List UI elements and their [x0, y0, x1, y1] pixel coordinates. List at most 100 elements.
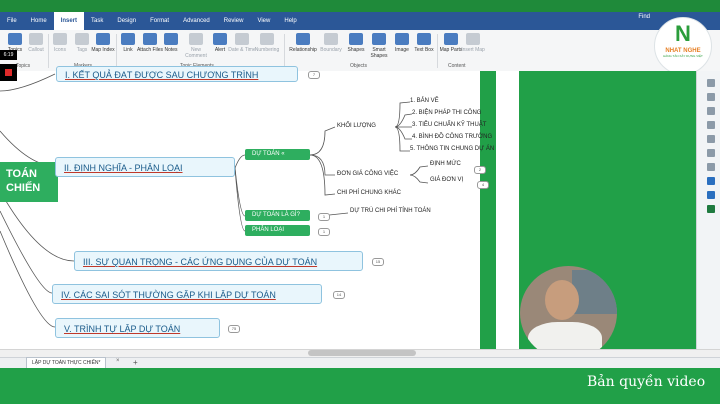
- record-stop-button[interactable]: [0, 64, 17, 81]
- brand-logo: N NHAT NGHE HÀNG TÂN XÂY DỰNG VIỆT: [654, 17, 712, 75]
- find-button[interactable]: Find: [638, 14, 650, 20]
- relationship-icon: [296, 33, 310, 45]
- notes-icon: [164, 33, 178, 45]
- tab-help[interactable]: Help: [277, 12, 303, 30]
- topic-icon: [8, 33, 22, 45]
- add-tab-icon[interactable]: +: [133, 357, 138, 368]
- group-label-content: Content: [448, 63, 466, 69]
- insert-map-button[interactable]: Insert Map: [459, 33, 487, 53]
- tab-file[interactable]: File: [0, 12, 24, 30]
- phan-loai-badge: 1: [318, 228, 330, 236]
- panel-icon[interactable]: [707, 163, 715, 171]
- panel-icon[interactable]: [707, 149, 715, 157]
- notes-button[interactable]: Notes: [157, 33, 185, 53]
- leaf-bien-phap[interactable]: 2. BIỆN PHÁP THI CÔNG: [412, 110, 481, 116]
- panel-icon[interactable]: [707, 79, 715, 87]
- gia-don-vi-badge: 4: [477, 181, 489, 189]
- alert-icon: [213, 33, 227, 45]
- boundary-icon: [324, 33, 338, 45]
- tags-label: Tags: [76, 47, 88, 53]
- subtopic-du-toan[interactable]: DỰ TOÁN «: [245, 149, 310, 160]
- outlook-icon[interactable]: [707, 191, 715, 199]
- topic-5[interactable]: V. TRÌNH TỰ LẬP DỰ TOÁN: [55, 318, 220, 338]
- tab-insert[interactable]: Insert: [53, 12, 85, 30]
- title-bar: [0, 0, 720, 12]
- topic-3[interactable]: III. SỰ QUAN TRỌNG - CÁC ỨNG DỤNG CỦA DỰ…: [74, 251, 363, 271]
- notes-label: Notes: [164, 47, 178, 53]
- separator: [284, 34, 285, 68]
- insert-map-icon: [466, 33, 480, 45]
- panel-icon[interactable]: [707, 121, 715, 129]
- image-icon: [395, 33, 409, 45]
- numbering-label: Numbering: [254, 47, 280, 53]
- insert-map-label: Insert Map: [461, 47, 485, 53]
- link-icon: [121, 33, 135, 45]
- leaf-don-gia[interactable]: ĐƠN GIÁ CÔNG VIỆC: [337, 171, 398, 177]
- smart-shapes-label: Smart Shapes: [370, 47, 388, 59]
- date-time-label: Date & Time: [228, 47, 256, 53]
- leaf-dinh-muc[interactable]: ĐỊNH MỨC: [430, 161, 461, 167]
- panel-icon[interactable]: [707, 93, 715, 101]
- tab-format[interactable]: Format: [143, 12, 176, 30]
- paperclip-icon: [143, 33, 157, 45]
- leaf-du-tru-chi-phi[interactable]: DỰ TRÙ CHI PHÍ TÍNH TOÁN: [350, 208, 431, 214]
- panel-icon[interactable]: [707, 135, 715, 143]
- don-gia-badge: 2: [474, 166, 486, 174]
- right-tool-panel: [696, 71, 720, 349]
- panel-icon[interactable]: [707, 107, 715, 115]
- tab-advanced[interactable]: Advanced: [176, 12, 217, 30]
- callout-icon: [29, 33, 43, 45]
- alert-label: Alert: [214, 47, 226, 53]
- scrollbar-thumb[interactable]: [308, 350, 416, 356]
- topic-5-badge: 75: [228, 325, 240, 333]
- tab-design[interactable]: Design: [110, 12, 143, 30]
- topic-2[interactable]: II. ĐỊNH NGHĨA - PHÂN LOẠI: [55, 157, 235, 177]
- excel-icon[interactable]: [707, 205, 715, 213]
- du-toan-la-gi-badge: 1: [318, 213, 330, 221]
- presenter-head: [545, 280, 579, 320]
- leaf-gia-don-vi[interactable]: GIÁ ĐƠN VỊ: [430, 177, 463, 183]
- subtopic-phan-loai[interactable]: PHÂN LOẠI: [245, 225, 310, 236]
- close-tab-icon[interactable]: ×: [116, 358, 120, 364]
- topic-4[interactable]: IV. CÁC SAI SÓT THƯỜNG GẶP KHI LẬP DỰ TO…: [52, 284, 322, 304]
- link-label: Link: [123, 47, 133, 53]
- tab-review[interactable]: Review: [217, 12, 251, 30]
- numbering-icon: [260, 33, 274, 45]
- shapes-icon: [349, 33, 363, 45]
- logo-mark: N: [675, 21, 691, 46]
- topic-4-badge: 14: [333, 291, 345, 299]
- leaf-ban-ve[interactable]: 1. BẢN VẼ: [410, 98, 439, 104]
- word-icon[interactable]: [707, 177, 715, 185]
- topic-1[interactable]: I. KẾT QUẢ ĐẠT ĐƯỢC SAU CHƯƠNG TRÌNH: [56, 66, 298, 82]
- text-box-label: Text Box: [414, 47, 434, 53]
- relationship-button[interactable]: Relationship: [287, 33, 319, 53]
- tab-view[interactable]: View: [250, 12, 277, 30]
- text-box-button[interactable]: Text Box: [410, 33, 438, 53]
- image-label: Image: [395, 47, 409, 53]
- central-topic[interactable]: TOÁN CHIẾN: [0, 162, 58, 202]
- leaf-thong-tin[interactable]: 5. THÔNG TIN CHUNG DỰ ÁN: [410, 146, 494, 152]
- ribbon-tab-bar: File Home Insert Task Design Format Adva…: [0, 12, 720, 30]
- text-box-icon: [417, 33, 431, 45]
- leaf-binh-do[interactable]: 4. BÌNH ĐỒ CÔNG TRƯỜNG: [412, 134, 492, 140]
- leaf-khoi-luong[interactable]: KHỐI LƯỢNG: [337, 123, 376, 129]
- callout-label: Callout: [28, 47, 44, 53]
- icons-icon: [53, 33, 67, 45]
- leaf-chi-phi-chung[interactable]: CHI PHÍ CHUNG KHÁC: [337, 190, 401, 196]
- boundary-button[interactable]: Boundary: [317, 33, 345, 53]
- numbering-button[interactable]: Numbering: [253, 33, 281, 53]
- smart-shapes-icon: [372, 33, 386, 45]
- topic-3-badge: 15: [372, 258, 384, 266]
- recording-timer: 6:19: [0, 50, 17, 60]
- map-parts-icon: [444, 33, 458, 45]
- tab-task[interactable]: Task: [84, 12, 110, 30]
- map-index-label: Map Index: [91, 47, 115, 53]
- relationship-label: Relationship: [289, 47, 317, 53]
- map-index-icon: [96, 33, 110, 45]
- leaf-tieu-chuan[interactable]: 3. TIÊU CHUẨN KỸ THUẬT: [412, 122, 486, 128]
- subtopic-du-toan-la-gi[interactable]: DỰ TOÁN LÀ GÌ?: [245, 210, 310, 221]
- group-label-topics: Topics: [16, 63, 31, 69]
- tab-home[interactable]: Home: [24, 12, 54, 30]
- date-time-button[interactable]: Date & Time: [228, 33, 256, 53]
- map-index-button[interactable]: Map Index: [89, 33, 117, 53]
